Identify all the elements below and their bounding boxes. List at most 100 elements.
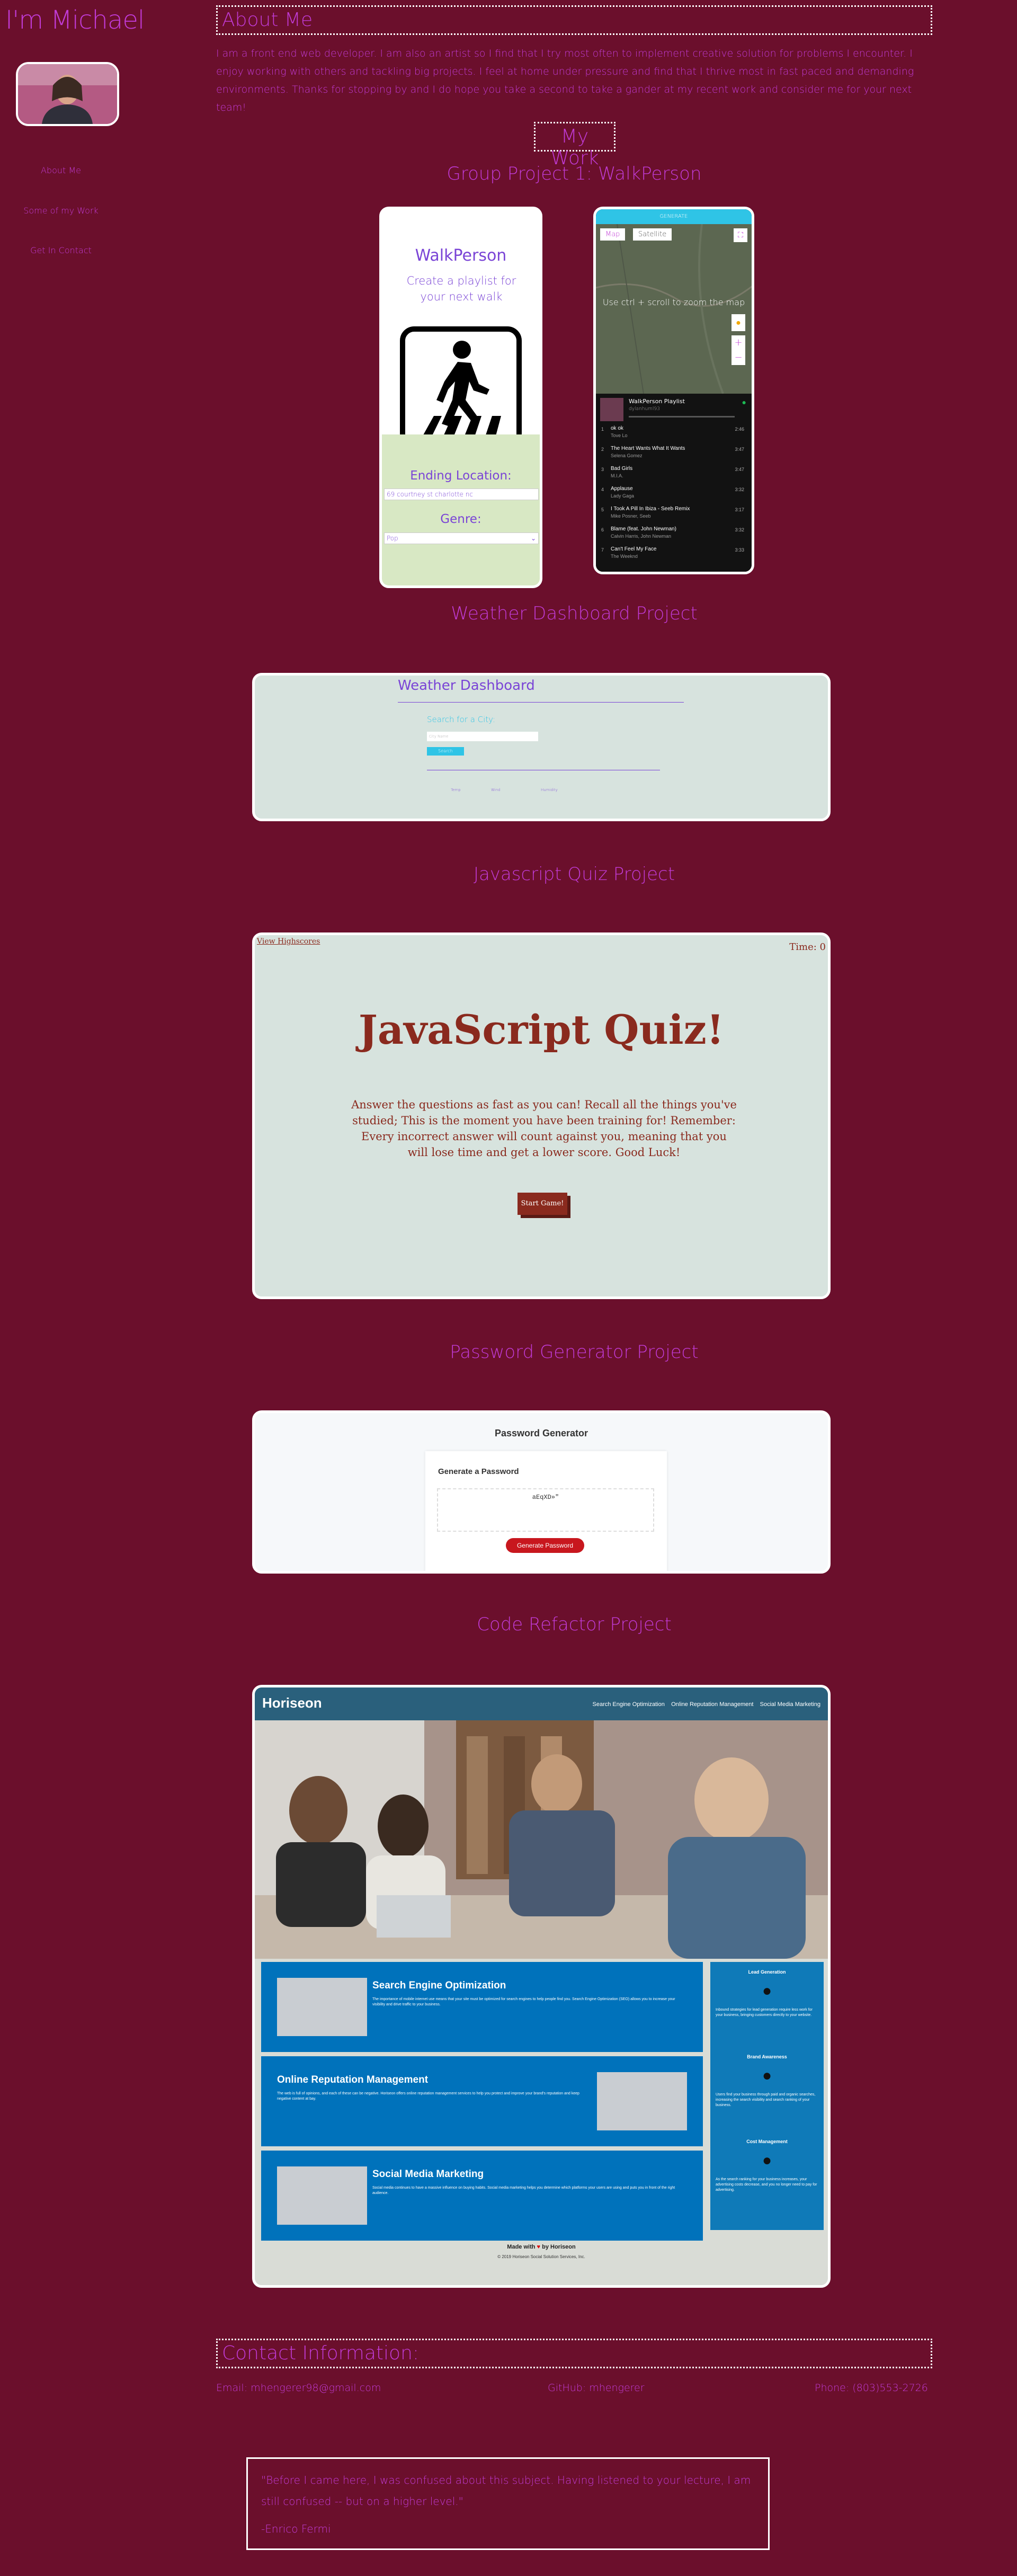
walkperson-map-screenshot[interactable]: GENERATE Map Satellite ⛶ Use ctrl + scro…	[593, 207, 754, 574]
progress-bar[interactable]	[629, 416, 735, 418]
track-artist: Lady Gaga	[611, 493, 635, 499]
track-title: I Took A Pill In Ibiza - Seeb Remix	[611, 506, 690, 512]
work-heading-text: My Work	[550, 126, 599, 169]
quiz-intro: Answer the questions as fast as you can!…	[351, 1098, 737, 1159]
track-duration: 3:33	[735, 547, 744, 553]
zoom-out-icon[interactable]: −	[734, 352, 742, 363]
track-row[interactable]: 1 ok ok Tove Lo 2:46	[596, 424, 752, 445]
quote-author: -Enrico Fermi	[261, 2522, 331, 2535]
nav-about-me[interactable]: About Me	[0, 165, 122, 175]
benefit-item: Lead Generation ● Inbound strategies for l…	[710, 1969, 824, 2018]
spotify-embed[interactable]: WalkPerson Playlist dylanhuml93 ● 1 ok ok…	[596, 394, 752, 572]
weather-search-label: Search for a City:	[427, 715, 496, 724]
track-number: 1	[601, 427, 604, 432]
horiseon-header: Horiseon Search Engine Optimization Onli…	[255, 1687, 828, 1720]
benefit-item: Cost Management ● As the search ranking fo…	[710, 2139, 824, 2193]
track-row[interactable]: 7 Can't Feel My Face The Weeknd 3:33	[596, 545, 752, 565]
horiseon-screenshot[interactable]: Horiseon Search Engine Optimization Onli…	[252, 1685, 831, 2288]
horiseon-nav-smm[interactable]: Social Media Marketing	[760, 1701, 820, 1708]
service-card-text: The importance of mobile internet use me…	[372, 1997, 675, 2006]
password-card-title: Generate a Password	[438, 1467, 519, 1476]
track-title: Blame (feat. John Newman)	[611, 526, 676, 532]
service-card-title: Search Engine Optimization	[372, 1980, 506, 1991]
lightbulb-icon: ●	[762, 1982, 772, 2000]
benefit-text: Users find your business through paid an…	[716, 2093, 816, 2107]
track-row[interactable]: 4 Applause Lady Gaga 3:32	[596, 485, 752, 505]
service-card-image	[277, 2166, 367, 2225]
track-artist: Tove Lo	[611, 433, 628, 438]
map-zoom-control[interactable]: + −	[731, 335, 745, 365]
track-number: 5	[601, 507, 604, 512]
horiseon-benefits: Lead Generation ● Inbound strategies for l…	[710, 1962, 824, 2230]
password-generator-screenshot[interactable]: Password Generator Generate a Password a…	[252, 1410, 831, 1574]
service-card: Search Engine Optimization The importance…	[261, 1962, 703, 2052]
avatar-portrait	[18, 64, 117, 124]
walking-person-icon	[399, 326, 522, 449]
map-view[interactable]: Map Satellite ⛶ Use ctrl + scroll to zoo…	[596, 224, 752, 394]
footer-by: by Horiseon	[542, 2244, 576, 2250]
contact-email[interactable]: Email: mhengerer98@gmail.com	[216, 2382, 381, 2394]
benefit-text: As the search ranking for your business …	[716, 2178, 817, 2192]
walkperson-form-screenshot[interactable]: WalkPerson Create a playlist for your ne…	[379, 207, 542, 588]
quote-text: "Before I came here, I was confused abou…	[261, 2474, 751, 2508]
track-artist: Calvin Harris, John Newman	[611, 534, 672, 539]
search-button[interactable]: Search	[427, 747, 464, 756]
service-card-image	[277, 1978, 367, 2036]
nav-my-work[interactable]: Some of my Work	[0, 206, 122, 216]
project-title-weather: Weather Dashboard Project	[451, 603, 698, 624]
map-tab-satellite[interactable]: Satellite	[633, 228, 672, 241]
fullscreen-icon[interactable]: ⛶	[734, 228, 747, 242]
benefit-text: Inbound strategies for lead generation r…	[716, 2008, 813, 2017]
horiseon-nav-seo[interactable]: Search Engine Optimization	[593, 1701, 665, 1708]
track-duration: 2:46	[735, 427, 744, 432]
track-row[interactable]: 6 Blame (feat. John Newman) Calvin Harris,…	[596, 525, 752, 545]
horiseon-nav-orm[interactable]: Online Reputation Management	[671, 1701, 753, 1708]
track-artist: The Weeknd	[611, 554, 638, 559]
city-search-input[interactable]: City Name	[427, 732, 538, 741]
horiseon-hero-image	[255, 1720, 828, 1959]
piggy-bank-icon: ●	[762, 2152, 772, 2169]
horiseon-copyright: © 2019 Horiseon Social Solution Services…	[497, 2254, 585, 2259]
quiz-timer: Time: 0	[789, 941, 826, 953]
start-game-button[interactable]: Start Game!	[518, 1193, 567, 1215]
nav-contact[interactable]: Get In Contact	[0, 245, 122, 255]
ending-location-input[interactable]: 69 courtney st charlotte nc	[384, 488, 539, 500]
work-heading: My Work	[534, 122, 615, 169]
contact-github[interactable]: GitHub: mhengerer	[548, 2382, 645, 2394]
weather-stat-temp: Temp	[451, 788, 461, 792]
zoom-in-icon[interactable]: +	[734, 337, 742, 348]
track-number: 7	[601, 547, 604, 553]
password-app-title: Password Generator	[494, 1428, 588, 1438]
track-title: ok ok	[611, 425, 623, 431]
track-duration: 3:17	[735, 507, 744, 512]
track-number: 6	[601, 527, 604, 532]
map-tab-map[interactable]: Map	[600, 228, 626, 241]
benefit-title: Brand Awareness	[747, 2054, 787, 2059]
view-highscores-link[interactable]: View Highscores	[257, 937, 320, 946]
project-title-walkperson: Group Project 1: WalkPerson	[447, 163, 702, 184]
genre-select[interactable]: Pop ⌄	[384, 532, 539, 544]
service-card: Online Reputation Management The web is f…	[261, 2056, 703, 2146]
map-top-bar: GENERATE	[596, 209, 752, 224]
weather-dashboard-screenshot[interactable]: Weather Dashboard Search for a City: Cit…	[252, 673, 831, 821]
track-artist: M.I.A.	[611, 473, 623, 478]
playlist-cover	[600, 398, 623, 421]
playlist-name: WalkPerson Playlist	[629, 398, 685, 405]
service-card-text: The web is full of opinions, and each of…	[277, 2092, 579, 2101]
service-card-title: Social Media Marketing	[372, 2169, 484, 2180]
password-output[interactable]: aEqXD»"	[437, 1488, 654, 1532]
site-brand[interactable]: I'm Michael	[5, 5, 145, 35]
pegman-icon[interactable]: ●	[731, 314, 745, 331]
contact-phone[interactable]: Phone: (803)553-2726	[815, 2382, 928, 2394]
track-row[interactable]: 2 The Heart Wants What It Wants Selena Gom…	[596, 445, 752, 465]
walkperson-tagline: Create a playlist for your next walk	[406, 274, 516, 303]
track-duration: 3:32	[735, 527, 744, 532]
generate-password-button[interactable]: Generate Password	[506, 1538, 584, 1553]
quiz-screenshot[interactable]: View Highscores Time: 0 JavaScript Quiz!…	[252, 932, 831, 1299]
track-row[interactable]: 3 Bad Girls M.I.A. 3:47	[596, 465, 752, 485]
about-text: I am a front end web developer. I am als…	[216, 48, 914, 113]
horiseon-logo[interactable]: Horiseon	[262, 1695, 322, 1711]
quiz-title: JavaScript Quiz!	[358, 1006, 725, 1053]
track-title: The Heart Wants What It Wants	[611, 446, 685, 451]
track-row[interactable]: 5 I Took A Pill In Ibiza - Seeb Remix Mike…	[596, 505, 752, 525]
